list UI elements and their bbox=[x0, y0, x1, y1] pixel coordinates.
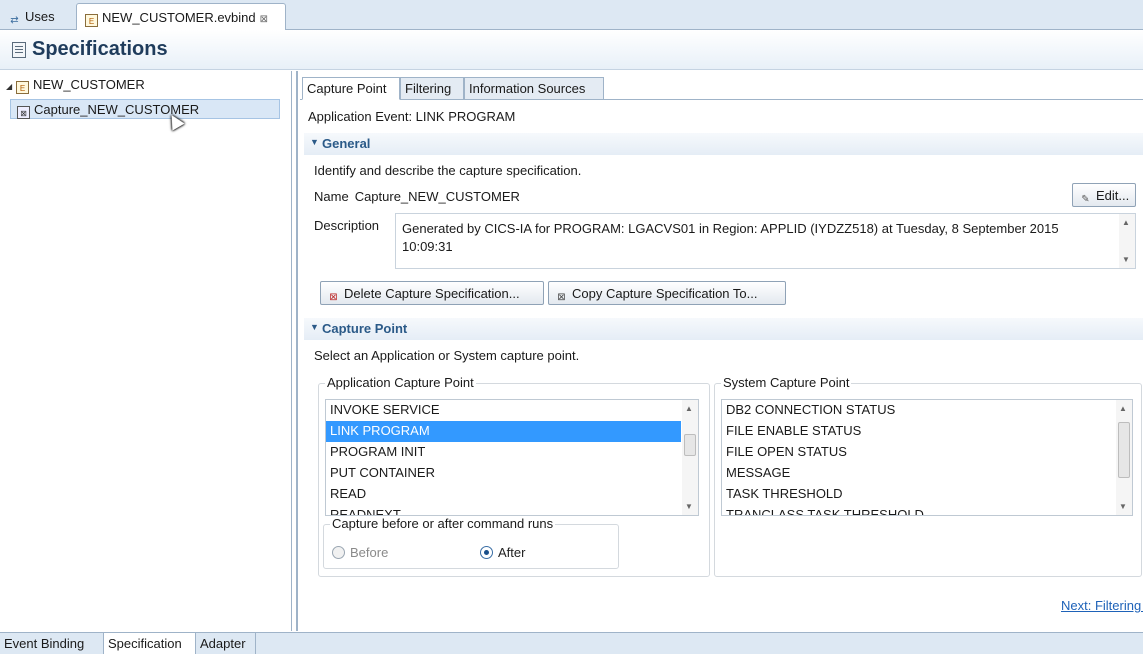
name-value: Capture_NEW_CUSTOMER bbox=[354, 189, 520, 204]
capture-point-section-header[interactable]: ▼ Capture Point bbox=[304, 318, 1143, 340]
list-item[interactable]: READ bbox=[326, 484, 681, 505]
name-row: Name Capture_NEW_CUSTOMER bbox=[314, 189, 520, 204]
after-radio[interactable]: After bbox=[480, 545, 525, 560]
specifications-header: Specifications bbox=[0, 30, 1143, 70]
capture-point-description: Select an Application or System capture … bbox=[314, 348, 580, 363]
before-label: Before bbox=[350, 545, 389, 560]
list-item[interactable]: TRANCLASS TASK THRESHOLD bbox=[722, 505, 1115, 515]
scroll-down-arrow-icon[interactable]: ▼ bbox=[1119, 502, 1127, 511]
page-title: Specifications bbox=[32, 38, 168, 60]
specifications-icon bbox=[12, 42, 26, 58]
list-item[interactable]: MESSAGE bbox=[722, 463, 1115, 484]
event-binding-icon: E bbox=[16, 81, 29, 94]
capture-point-section-title: Capture Point bbox=[322, 321, 408, 336]
scroll-down-arrow-icon[interactable]: ▼ bbox=[685, 502, 693, 511]
general-description: Identify and describe the capture specif… bbox=[314, 163, 582, 178]
tree-item-capture-new-customer[interactable]: ⊠ Capture_NEW_CUSTOMER bbox=[10, 99, 280, 119]
tab-uses-label: Uses bbox=[25, 9, 55, 24]
system-capture-point-list[interactable]: DB2 CONNECTION STATUS FILE ENABLE STATUS… bbox=[721, 399, 1133, 516]
application-event-label: Application Event: LINK PROGRAM bbox=[308, 109, 516, 124]
collapse-triangle-icon[interactable]: ◢ bbox=[6, 82, 16, 91]
tab-filtering[interactable]: Filtering bbox=[400, 77, 464, 100]
bottom-tab-strip: Event Binding Specification Adapter bbox=[0, 632, 1143, 654]
scroll-up-arrow-icon[interactable]: ▲ bbox=[685, 404, 693, 413]
editor-tab-strip: ⇄ Uses E NEW_CUSTOMER.evbind ⊠ bbox=[0, 0, 1143, 30]
capture-specification-icon: ⊠ bbox=[17, 106, 30, 119]
delete-icon: ⊠ bbox=[329, 292, 338, 303]
tree-item-new-customer[interactable]: ◢ E NEW_CUSTOMER bbox=[0, 75, 151, 95]
edit-button[interactable]: ✎ Edit... bbox=[1072, 183, 1136, 207]
after-label: After bbox=[498, 545, 526, 560]
list-item[interactable]: TASK THRESHOLD bbox=[722, 484, 1115, 505]
copy-icon: ⊠ bbox=[557, 292, 566, 303]
application-capture-point-title: Application Capture Point bbox=[325, 375, 476, 390]
inner-tab-strip: Capture Point Filtering Information Sour… bbox=[300, 77, 1143, 100]
copy-button-label: Copy Capture Specification To... bbox=[572, 286, 758, 301]
application-list-scrollbar[interactable]: ▲ ▼ bbox=[682, 400, 698, 515]
list-item[interactable]: PROGRAM INIT bbox=[326, 442, 681, 463]
copy-capture-specification-button[interactable]: ⊠ Copy Capture Specification To... bbox=[548, 281, 786, 305]
before-after-group: Capture before or after command runs Bef… bbox=[323, 516, 619, 569]
delete-capture-specification-button[interactable]: ⊠ Delete Capture Specification... bbox=[320, 281, 544, 305]
general-section-header[interactable]: ▼ General bbox=[304, 133, 1143, 155]
event-binding-file-icon: E bbox=[85, 14, 98, 27]
tab-information-sources[interactable]: Information Sources bbox=[464, 77, 604, 100]
list-item[interactable]: INVOKE SERVICE bbox=[326, 400, 681, 421]
tab-uses[interactable]: ⇄ Uses bbox=[0, 3, 68, 30]
list-item[interactable]: DB2 CONNECTION STATUS bbox=[722, 400, 1115, 421]
general-section-title: General bbox=[322, 136, 371, 151]
tab-new-customer-evbind[interactable]: E NEW_CUSTOMER.evbind ⊠ bbox=[76, 3, 286, 30]
close-icon[interactable]: ⊠ bbox=[260, 14, 268, 25]
radio-checked-icon[interactable] bbox=[480, 546, 493, 559]
delete-button-label: Delete Capture Specification... bbox=[344, 286, 520, 301]
uses-icon: ⇄ bbox=[10, 15, 19, 26]
name-label: Name bbox=[314, 189, 349, 204]
description-scrollbar[interactable]: ▲ ▼ bbox=[1119, 214, 1135, 268]
before-radio[interactable]: Before bbox=[332, 545, 388, 560]
description-field[interactable]: Generated by CICS-IA for PROGRAM: LGACVS… bbox=[395, 213, 1136, 269]
tab-event-binding[interactable]: Event Binding bbox=[0, 633, 104, 654]
tab-file-label: NEW_CUSTOMER.evbind bbox=[102, 10, 256, 25]
application-capture-point-group: Application Capture Point INVOKE SERVICE… bbox=[318, 375, 710, 577]
description-value: Generated by CICS-IA for PROGRAM: LGACVS… bbox=[402, 221, 1059, 254]
application-capture-point-list[interactable]: INVOKE SERVICE LINK PROGRAM PROGRAM INIT… bbox=[325, 399, 699, 516]
edit-button-label: Edit... bbox=[1096, 188, 1130, 203]
edit-icon: ✎ bbox=[1081, 194, 1090, 205]
expand-triangle-icon: ▼ bbox=[310, 322, 319, 332]
list-item[interactable]: READNEXT bbox=[326, 505, 681, 515]
main-panel: Capture Point Filtering Information Sour… bbox=[300, 71, 1143, 631]
list-item[interactable]: FILE OPEN STATUS bbox=[722, 442, 1115, 463]
scroll-up-arrow-icon[interactable]: ▲ bbox=[1119, 404, 1127, 413]
tab-capture-point[interactable]: Capture Point bbox=[302, 77, 400, 100]
before-after-title: Capture before or after command runs bbox=[330, 516, 556, 531]
list-item[interactable]: FILE ENABLE STATUS bbox=[722, 421, 1115, 442]
tab-specification[interactable]: Specification bbox=[104, 633, 196, 654]
system-capture-point-group: System Capture Point DB2 CONNECTION STAT… bbox=[714, 375, 1142, 577]
expand-triangle-icon: ▼ bbox=[310, 137, 319, 147]
system-list-scrollbar[interactable]: ▲ ▼ bbox=[1116, 400, 1132, 515]
tab-adapter[interactable]: Adapter bbox=[196, 633, 256, 654]
scroll-thumb[interactable] bbox=[684, 434, 696, 456]
system-capture-point-title: System Capture Point bbox=[721, 375, 852, 390]
scroll-up-arrow-icon[interactable]: ▲ bbox=[1122, 218, 1130, 227]
tree-item-label: NEW_CUSTOMER bbox=[33, 77, 145, 92]
scroll-thumb[interactable] bbox=[1118, 422, 1130, 478]
radio-unchecked-icon[interactable] bbox=[332, 546, 345, 559]
pane-divider[interactable] bbox=[296, 71, 298, 631]
scroll-down-arrow-icon[interactable]: ▼ bbox=[1122, 255, 1130, 264]
list-item[interactable]: PUT CONTAINER bbox=[326, 463, 681, 484]
list-item-selected[interactable]: LINK PROGRAM bbox=[326, 421, 681, 442]
description-label: Description bbox=[314, 218, 380, 233]
next-filtering-link[interactable]: Next: Filtering -> bbox=[1061, 598, 1143, 613]
specification-tree: ◢ E NEW_CUSTOMER ⊠ Capture_NEW_CUSTOMER bbox=[0, 71, 292, 631]
